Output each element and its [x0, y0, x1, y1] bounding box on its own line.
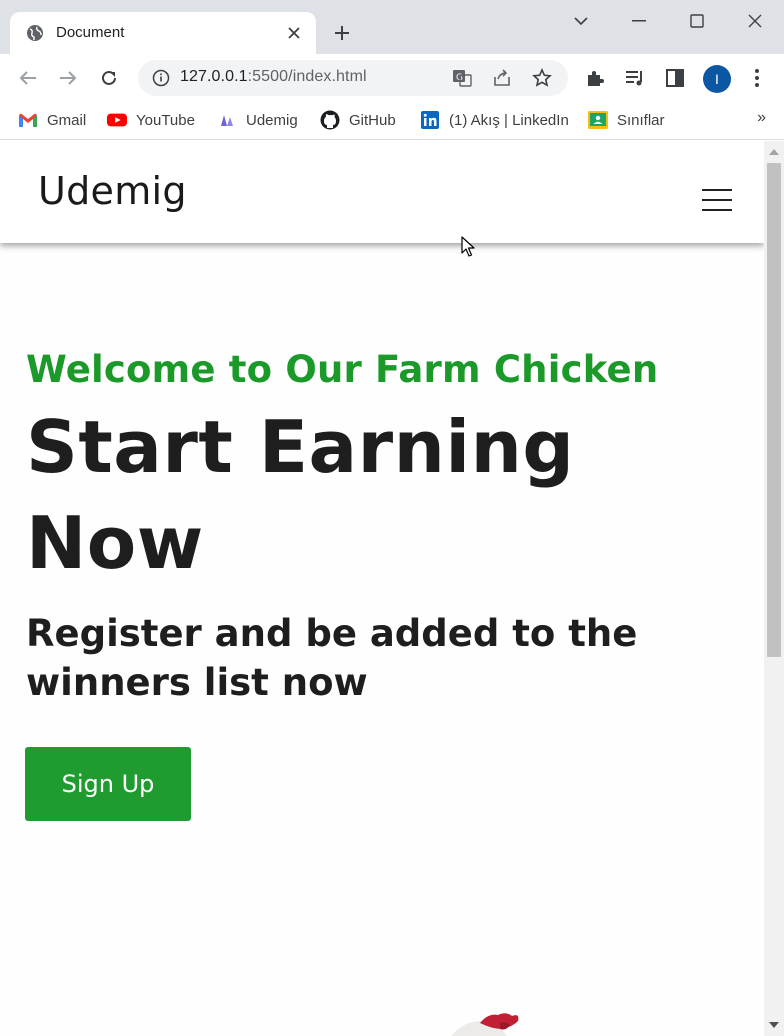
udemig-icon: [217, 110, 237, 130]
bookmark-classroom[interactable]: Sınıflar: [588, 109, 665, 131]
kebab-menu-icon[interactable]: [745, 66, 769, 90]
tab-title: Document: [56, 24, 125, 41]
site-logo[interactable]: Udemig: [38, 169, 187, 213]
bookmark-udemig[interactable]: Udemig: [217, 109, 298, 131]
tab-strip: Document: [0, 0, 784, 54]
address-bar[interactable]: 127.0.0.1:5500/index.html G: [138, 60, 568, 96]
bookmark-youtube[interactable]: YouTube: [107, 109, 195, 131]
url-text[interactable]: 127.0.0.1:5500/index.html: [180, 68, 367, 86]
reading-list-icon[interactable]: [623, 66, 647, 90]
bookmark-linkedin[interactable]: (1) Akış | LinkedIn: [420, 109, 569, 131]
github-icon: [320, 110, 340, 130]
side-panel-icon[interactable]: [663, 66, 687, 90]
forward-icon[interactable]: [56, 66, 80, 90]
bookmark-github[interactable]: GitHub: [320, 109, 396, 131]
bookmark-label: (1) Akış | LinkedIn: [449, 111, 569, 129]
share-icon[interactable]: [492, 68, 512, 88]
gmail-icon: [18, 110, 38, 130]
bookmark-label: YouTube: [136, 111, 195, 129]
url-path: :5500/index.html: [247, 68, 367, 85]
bookmark-gmail[interactable]: Gmail: [18, 109, 86, 131]
bookmark-label: Gmail: [47, 111, 87, 129]
extensions-puzzle-icon[interactable]: [583, 66, 607, 90]
hero-kicker: Welcome to Our Farm Chicken: [26, 348, 659, 391]
bookmarks-bar: Gmail YouTube Udemig GitHub (1) Akış | L…: [0, 102, 784, 140]
bookmarks-overflow-button[interactable]: »: [757, 109, 766, 127]
minimize-icon[interactable]: [627, 10, 651, 32]
reload-icon[interactable]: [97, 66, 121, 90]
new-tab-icon[interactable]: [330, 21, 354, 45]
page-viewport: Udemig Welcome to Our Farm Chicken Start…: [0, 141, 764, 1036]
scroll-up-arrow-icon[interactable]: [769, 149, 779, 155]
profile-avatar[interactable]: I: [703, 65, 731, 93]
youtube-icon: [107, 110, 127, 130]
site-info-icon[interactable]: [152, 69, 170, 87]
chicken-image: [451, 1013, 519, 1036]
translate-icon[interactable]: G: [452, 68, 472, 88]
bookmark-star-icon[interactable]: [532, 68, 552, 88]
page-scrollbar[interactable]: [764, 141, 784, 1036]
sign-up-button[interactable]: Sign Up: [25, 747, 191, 821]
url-host: 127.0.0.1: [180, 68, 248, 85]
maximize-icon[interactable]: [685, 10, 709, 32]
classroom-icon: [588, 110, 608, 130]
mouse-cursor-icon: [461, 236, 475, 257]
close-tab-icon[interactable]: [284, 23, 304, 43]
bookmark-label: Sınıflar: [617, 111, 665, 129]
linkedin-icon: [420, 110, 440, 130]
hero-subhead: Register and be added to the winners lis…: [26, 612, 638, 704]
close-window-icon[interactable]: [743, 10, 767, 32]
browser-tab[interactable]: Document: [10, 12, 316, 54]
scrollbar-thumb[interactable]: [767, 163, 781, 657]
hero-headline: Start Earning Now: [26, 405, 575, 585]
back-icon[interactable]: [16, 66, 40, 90]
hero-section: Welcome to Our Farm Chicken Start Earnin…: [26, 347, 746, 707]
bookmark-label: GitHub: [349, 111, 396, 129]
browser-toolbar: 127.0.0.1:5500/index.html G I: [0, 54, 784, 102]
site-header: Udemig: [0, 141, 764, 243]
tab-search-chevron-icon[interactable]: [569, 10, 593, 32]
scroll-down-arrow-icon[interactable]: [769, 1022, 779, 1028]
hamburger-menu-icon[interactable]: [702, 189, 732, 213]
bookmark-label: Udemig: [246, 111, 298, 129]
globe-icon: [27, 25, 43, 41]
